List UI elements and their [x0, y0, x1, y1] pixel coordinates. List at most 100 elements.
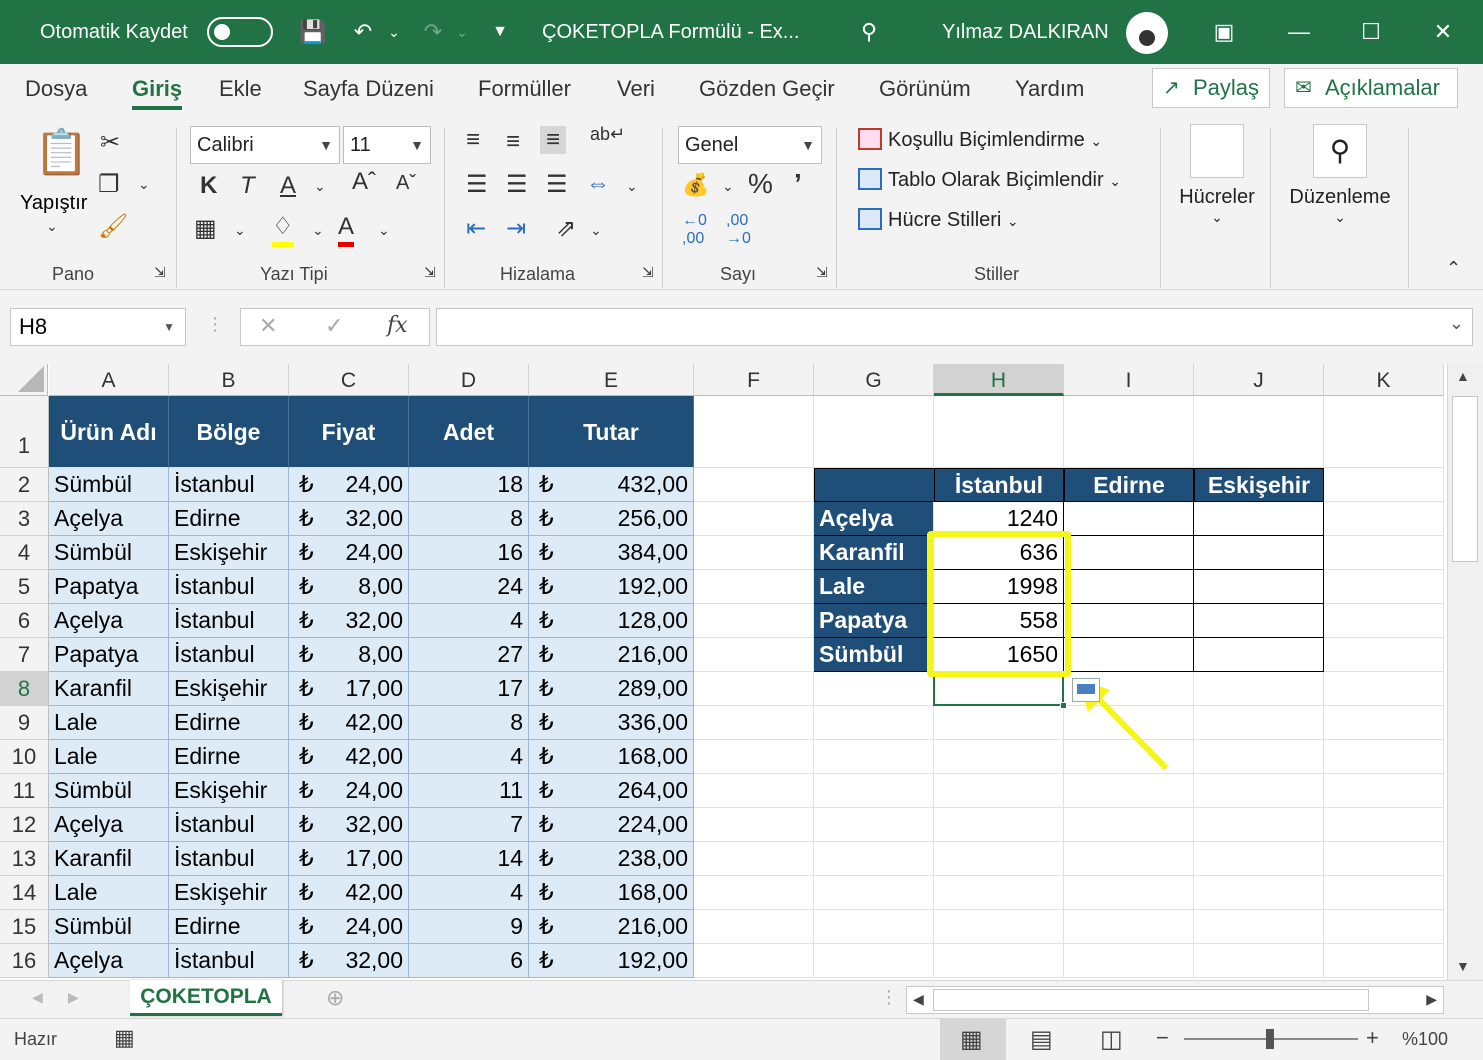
summary-eskisehir-value[interactable]	[1194, 570, 1324, 604]
cell[interactable]	[1324, 774, 1444, 808]
table-cell-quantity[interactable]: 16	[409, 536, 529, 570]
cut-icon[interactable]: ✂	[100, 128, 120, 157]
table-cell-total[interactable]: 264,00 ₺	[529, 774, 694, 808]
table-cell-region[interactable]: İstanbul	[169, 944, 289, 978]
undo-icon[interactable]: ↶	[348, 0, 378, 64]
bold-button[interactable]: K	[200, 172, 217, 200]
format-painter-icon[interactable]: 🖌	[98, 212, 128, 241]
comments-button[interactable]: ✉ Açıklamalar	[1284, 68, 1458, 108]
number-format-select[interactable]: Genel ▼	[678, 126, 822, 164]
increase-decimal-icon[interactable]: ←0,00	[682, 212, 707, 248]
tab-gorunum[interactable]: Görünüm	[879, 76, 971, 102]
horizontal-scrollbar[interactable]: ◀ ▶	[906, 986, 1444, 1014]
row-header-3[interactable]: 3	[0, 502, 49, 536]
table-cell-total[interactable]: 432,00 ₺	[529, 468, 694, 502]
copy-dropdown-icon[interactable]: ⌄	[138, 176, 150, 193]
table-cell-price[interactable]: 42,00 ₺	[289, 876, 409, 910]
font-size-select[interactable]: 11 ▼	[343, 126, 431, 164]
macro-record-icon[interactable]: ▦	[114, 1025, 135, 1051]
font-name-select[interactable]: Calibri ▼	[190, 126, 340, 164]
normal-view-button[interactable]: ▦	[940, 1019, 1006, 1060]
table-cell-quantity[interactable]: 4	[409, 876, 529, 910]
align-top-icon[interactable]: ≡	[466, 126, 480, 154]
cell[interactable]	[814, 910, 934, 944]
table-cell-region[interactable]: Eskişehir	[169, 536, 289, 570]
percent-icon[interactable]: %	[748, 168, 773, 200]
row-header-1[interactable]: 1	[0, 396, 49, 468]
wrap-text-icon[interactable]: ab↵	[590, 124, 625, 145]
orientation-dropdown-icon[interactable]: ⌄	[590, 222, 602, 239]
number-launcher-icon[interactable]: ⇲	[816, 264, 828, 281]
alignment-launcher-icon[interactable]: ⇲	[642, 264, 654, 281]
cell[interactable]	[934, 876, 1064, 910]
table-cell-quantity[interactable]: 8	[409, 706, 529, 740]
paste-icon[interactable]: 📋	[34, 126, 89, 178]
table-cell-product[interactable]: Sümbül	[49, 468, 169, 502]
align-right-icon[interactable]: ☰	[546, 170, 568, 199]
summary-row-label[interactable]: Açelya	[814, 502, 934, 536]
zoom-out-icon[interactable]: −	[1156, 1025, 1169, 1051]
table-cell-product[interactable]: Lale	[49, 876, 169, 910]
table-cell-quantity[interactable]: 8	[409, 502, 529, 536]
collapse-ribbon-icon[interactable]: ⌃	[1446, 258, 1461, 279]
conditional-formatting-button[interactable]: Koşullu Biçimlendirme ⌄	[858, 128, 1102, 152]
row-header-4[interactable]: 4	[0, 536, 49, 570]
font-launcher-icon[interactable]: ⇲	[424, 264, 436, 281]
table-cell-price[interactable]: 8,00 ₺	[289, 570, 409, 604]
scroll-right-icon[interactable]: ▶	[1426, 991, 1437, 1008]
underline-button[interactable]: A	[280, 172, 296, 200]
cell[interactable]	[1194, 842, 1324, 876]
table-header-cell[interactable]: Ürün Adı	[49, 396, 169, 468]
row-header-12[interactable]: 12	[0, 808, 49, 842]
cell[interactable]	[1064, 842, 1194, 876]
cell[interactable]	[1194, 910, 1324, 944]
table-cell-region[interactable]: Edirne	[169, 910, 289, 944]
table-cell-price[interactable]: 32,00 ₺	[289, 808, 409, 842]
cell[interactable]	[814, 944, 934, 978]
cell[interactable]	[934, 396, 1064, 468]
column-header-e[interactable]: E	[529, 364, 694, 396]
quick-analysis-icon[interactable]	[1072, 678, 1100, 702]
table-cell-quantity[interactable]: 18	[409, 468, 529, 502]
cell[interactable]	[1064, 944, 1194, 978]
cell[interactable]	[1194, 774, 1324, 808]
add-sheet-icon[interactable]: ⊕	[326, 985, 344, 1011]
tab-dosya[interactable]: Dosya	[25, 76, 87, 102]
table-cell-quantity[interactable]: 11	[409, 774, 529, 808]
zoom-slider-thumb[interactable]	[1266, 1029, 1274, 1049]
insert-function-button[interactable]: fx	[387, 313, 408, 338]
decrease-font-icon[interactable]: Aˇ	[396, 172, 416, 195]
table-cell-region[interactable]: Edirne	[169, 706, 289, 740]
cell[interactable]	[694, 944, 814, 978]
table-cell-price[interactable]: 42,00 ₺	[289, 740, 409, 774]
cell[interactable]	[694, 808, 814, 842]
scroll-up-icon[interactable]: ▲	[1456, 368, 1470, 384]
font-color-icon[interactable]: A	[338, 212, 355, 247]
scroll-down-icon[interactable]: ▼	[1456, 958, 1470, 974]
undo-dropdown-icon[interactable]: ⌄	[386, 0, 402, 64]
zoom-in-icon[interactable]: +	[1366, 1025, 1379, 1051]
cell[interactable]	[1064, 910, 1194, 944]
maximize-icon[interactable]: ☐	[1356, 0, 1386, 64]
cell[interactable]	[814, 808, 934, 842]
copy-icon[interactable]: ❐	[98, 170, 120, 199]
summary-edirne-value[interactable]	[1064, 502, 1194, 536]
cell[interactable]	[1324, 842, 1444, 876]
table-header-cell[interactable]: Bölge	[169, 396, 289, 468]
table-cell-quantity[interactable]: 4	[409, 604, 529, 638]
cell[interactable]	[694, 842, 814, 876]
tab-ekle[interactable]: Ekle	[219, 76, 262, 102]
table-cell-quantity[interactable]: 27	[409, 638, 529, 672]
scroll-left-icon[interactable]: ◀	[913, 991, 924, 1008]
cell[interactable]	[1324, 638, 1444, 672]
cell[interactable]	[814, 740, 934, 774]
cell[interactable]	[1324, 536, 1444, 570]
table-cell-price[interactable]: 24,00 ₺	[289, 536, 409, 570]
paste-label[interactable]: Yapıştır	[20, 192, 87, 215]
decrease-indent-icon[interactable]: ⇤	[466, 214, 486, 243]
autosave-toggle[interactable]	[207, 17, 273, 47]
select-all-corner[interactable]	[0, 364, 48, 396]
share-button[interactable]: ↗ Paylaş	[1152, 68, 1270, 108]
ribbon-display-icon[interactable]: ▣	[1208, 0, 1240, 64]
summary-eskisehir-value[interactable]	[1194, 638, 1324, 672]
